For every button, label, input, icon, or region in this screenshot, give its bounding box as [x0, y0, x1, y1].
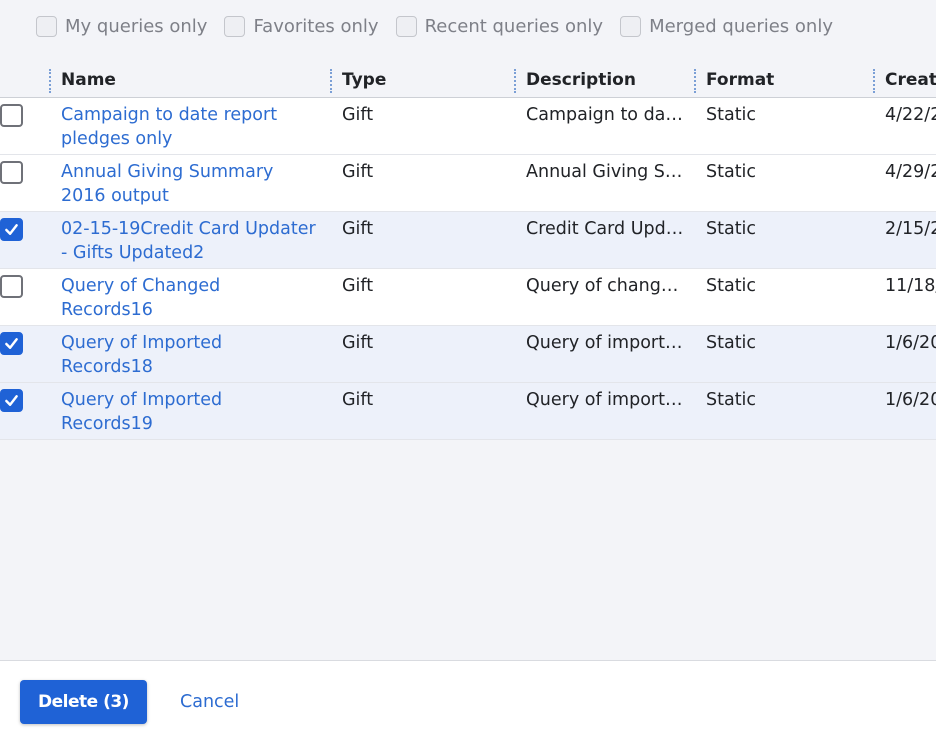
filter-favorites[interactable]: Favorites only — [224, 15, 379, 37]
filter-recent-queries[interactable]: Recent queries only — [395, 15, 604, 37]
filter-my-queries[interactable]: My queries only — [36, 15, 208, 37]
checkmark-icon — [5, 338, 18, 349]
query-format: Static — [706, 219, 757, 239]
recent-queries-checkbox[interactable] — [395, 15, 417, 37]
column-header-created[interactable]: Create — [885, 61, 936, 97]
query-format: Static — [706, 390, 757, 410]
query-created-date: 2/15/2 — [885, 219, 936, 239]
query-type: Gift — [342, 276, 374, 296]
query-created-date: 1/6/20 — [885, 390, 936, 410]
query-created-date: 1/6/20 — [885, 333, 936, 353]
row-select-checkbox[interactable] — [0, 218, 23, 241]
query-format: Static — [706, 333, 757, 353]
my-queries-checkbox[interactable] — [36, 15, 57, 37]
merged-queries-label: Merged queries only — [649, 15, 833, 37]
favorites-checkbox[interactable] — [224, 15, 246, 37]
row-select-checkbox[interactable] — [0, 161, 23, 184]
table-row[interactable]: Query of Imported Records19 Gift Query of … — [0, 383, 936, 440]
query-name-link[interactable]: Query of Changed Records16 — [61, 274, 316, 322]
query-description: Query of importe... — [526, 390, 686, 410]
grid-header: Name Type Description Format Create — [0, 61, 936, 98]
query-type: Gift — [342, 333, 374, 353]
table-row[interactable]: Query of Changed Records16 Gift Query of c… — [0, 269, 936, 326]
queries-grid: Name Type Description Format Create Camp… — [0, 61, 936, 440]
grid-body: Campaign to date report pledges only Gift… — [0, 98, 936, 440]
query-format: Static — [706, 276, 757, 296]
query-description: Query of change... — [526, 276, 686, 296]
query-filters: My queries only Favorites only Recent qu… — [36, 12, 850, 40]
query-type: Gift — [342, 162, 374, 182]
table-row[interactable]: 02-15-19Credit Card Updater - Gifts Upda… — [0, 212, 936, 269]
column-resize-handle[interactable] — [49, 69, 51, 93]
column-resize-handle[interactable] — [694, 69, 696, 93]
query-description: Query of importe... — [526, 333, 686, 353]
table-row[interactable]: Annual Giving Summary 2016 output Gift Ann… — [0, 155, 936, 212]
column-resize-handle[interactable] — [330, 69, 332, 93]
favorites-label: Favorites only — [253, 15, 379, 37]
query-name-link[interactable]: Campaign to date report pledges only — [61, 103, 316, 151]
column-header-format[interactable]: Format — [706, 61, 774, 97]
column-resize-handle[interactable] — [873, 69, 875, 93]
merged-queries-checkbox[interactable] — [620, 15, 642, 37]
checkmark-icon — [5, 395, 18, 406]
query-created-date: 11/18/2 — [885, 276, 936, 296]
query-format: Static — [706, 105, 757, 125]
filter-merged-queries[interactable]: Merged queries only — [620, 15, 833, 37]
query-description: Credit Card Upda... — [526, 219, 686, 239]
recent-queries-label: Recent queries only — [424, 15, 604, 37]
table-row[interactable]: Query of Imported Records18 Gift Query of … — [0, 326, 936, 383]
checkmark-icon — [5, 224, 18, 235]
column-header-description[interactable]: Description — [526, 61, 636, 97]
query-name-link[interactable]: Query of Imported Records18 — [61, 331, 316, 379]
footer-bar: Delete (3) Cancel — [0, 660, 936, 731]
query-name-link[interactable]: Query of Imported Records19 — [61, 388, 316, 436]
query-description: Campaign to dat... — [526, 105, 686, 125]
query-type: Gift — [342, 105, 374, 125]
column-header-name[interactable]: Name — [61, 61, 116, 97]
query-name-link[interactable]: 02-15-19Credit Card Updater - Gifts Upda… — [61, 217, 316, 265]
query-type: Gift — [342, 219, 374, 239]
query-created-date: 4/22/2 — [885, 105, 936, 125]
my-queries-label: My queries only — [65, 15, 208, 37]
row-select-checkbox[interactable] — [0, 104, 23, 127]
cancel-button[interactable]: Cancel — [170, 680, 249, 724]
delete-button[interactable]: Delete (3) — [20, 680, 147, 724]
table-row[interactable]: Campaign to date report pledges only Gift… — [0, 98, 936, 155]
query-created-date: 4/29/2 — [885, 162, 936, 182]
row-select-checkbox[interactable] — [0, 389, 23, 412]
query-name-link[interactable]: Annual Giving Summary 2016 output — [61, 160, 316, 208]
column-header-type[interactable]: Type — [342, 61, 386, 97]
column-resize-handle[interactable] — [514, 69, 516, 93]
row-select-checkbox[interactable] — [0, 275, 23, 298]
query-description: Annual Giving Su... — [526, 162, 686, 182]
query-format: Static — [706, 162, 757, 182]
query-type: Gift — [342, 390, 374, 410]
row-select-checkbox[interactable] — [0, 332, 23, 355]
